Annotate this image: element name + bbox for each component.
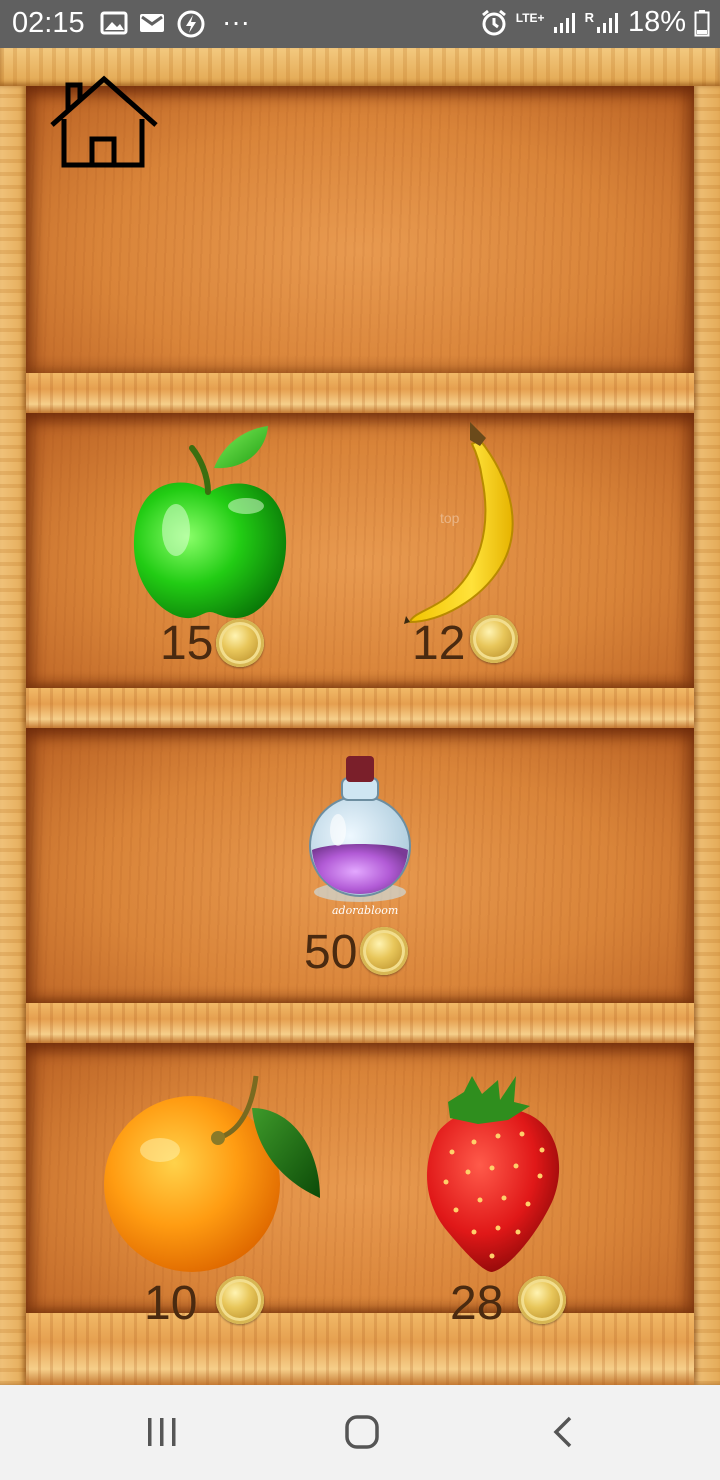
signal-icon bbox=[553, 12, 575, 33]
coin-icon bbox=[216, 619, 264, 667]
shop-item-potion[interactable]: adorabloom 50 bbox=[300, 752, 415, 980]
price-label: 28 bbox=[450, 1277, 504, 1330]
shelf-ledge-1 bbox=[26, 355, 694, 413]
alarm-icon bbox=[481, 9, 506, 35]
shelf-ledge-2 bbox=[26, 670, 694, 728]
potion-watermark: adorabloom bbox=[332, 904, 399, 917]
green-apple-icon bbox=[133, 426, 287, 619]
signal-icon-2 bbox=[596, 12, 618, 33]
battery-icon bbox=[694, 9, 710, 36]
potion-icon bbox=[309, 756, 411, 902]
coin-icon bbox=[470, 615, 518, 663]
shop-item-strawberry[interactable]: 28 bbox=[418, 1072, 568, 1330]
shop-item-banana[interactable]: top 12 bbox=[400, 418, 530, 670]
shelf-compartment-2 bbox=[26, 413, 694, 688]
banana-icon bbox=[404, 422, 514, 624]
shop-item-orange[interactable]: 10 bbox=[100, 1072, 325, 1330]
navigation-bar bbox=[0, 1385, 720, 1480]
price-label: 10 bbox=[144, 1277, 198, 1330]
price-label: 15 bbox=[160, 617, 214, 670]
clock: 02:15 bbox=[12, 7, 85, 39]
lightning-icon bbox=[177, 10, 205, 38]
shop-item-apple[interactable]: 15 bbox=[128, 420, 293, 670]
overflow-dots: ··· bbox=[222, 6, 250, 37]
mail-icon bbox=[140, 14, 164, 32]
home-circle-icon[interactable] bbox=[343, 1413, 381, 1451]
coin-icon bbox=[360, 927, 408, 975]
shelf-ledge-3 bbox=[26, 985, 694, 1043]
shelf-left-frame bbox=[0, 86, 26, 1385]
image-icon bbox=[100, 11, 128, 35]
status-bar: 02:15 ··· LTE+ R 18% bbox=[0, 0, 720, 48]
price-label: 12 bbox=[412, 617, 466, 670]
network-type: LTE+ bbox=[515, 10, 545, 25]
back-icon[interactable] bbox=[550, 1415, 578, 1449]
home-icon[interactable] bbox=[48, 75, 160, 169]
shelf-right-frame bbox=[694, 86, 720, 1385]
battery-percent: 18% bbox=[627, 6, 686, 38]
price-label: 50 bbox=[304, 926, 358, 979]
banana-watermark: top bbox=[440, 510, 460, 526]
coin-icon bbox=[518, 1276, 566, 1324]
coin-icon bbox=[216, 1276, 264, 1324]
recents-icon[interactable] bbox=[145, 1415, 179, 1449]
roaming-label: R bbox=[584, 10, 594, 25]
orange-icon bbox=[104, 1075, 320, 1272]
strawberry-icon bbox=[427, 1076, 560, 1272]
